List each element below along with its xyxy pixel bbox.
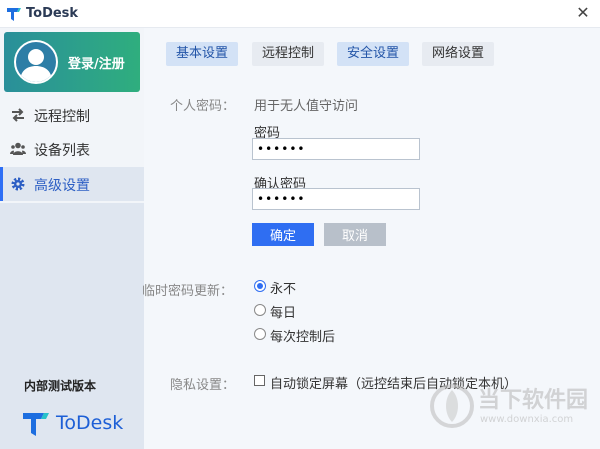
tab-network-settings[interactable]: 网络设置 (422, 42, 495, 66)
window-title: ToDesk (26, 6, 79, 21)
sidebar-item-label: 远程控制 (34, 109, 90, 125)
radio-label: 每次控制后 (270, 330, 336, 345)
checkbox-unchecked-icon (254, 375, 265, 386)
radio-label: 每日 (270, 306, 297, 321)
swap-arrows-icon (12, 108, 24, 122)
brand-logo: ToDesk (22, 409, 132, 439)
title-bar: ToDesk ✕ (0, 0, 600, 28)
confirm-password-input[interactable] (252, 188, 420, 210)
cancel-button[interactable]: 取消 (324, 223, 386, 246)
sidebar-item-advanced-settings[interactable]: 高级设置 (0, 167, 144, 201)
version-label: 内部测试版本 (24, 379, 97, 393)
watermark-url: www.downxia.com (480, 414, 574, 425)
watermark: 当下软件园 www.downxia.com (430, 380, 598, 436)
todesk-logo-icon (7, 8, 21, 21)
sidebar-item-label: 设备列表 (34, 143, 90, 159)
watermark-logo-icon (430, 384, 474, 428)
tab-basic-settings[interactable]: 基本设置 (166, 42, 239, 66)
user-avatar-icon (20, 49, 52, 82)
tab-remote-control[interactable]: 远程控制 (252, 42, 325, 66)
watermark-text: 当下软件园 (478, 388, 589, 413)
radio-unselected-icon (254, 328, 266, 340)
login-register-label: 登录/注册 (68, 57, 125, 72)
personal-password-desc: 用于无人值守访问 (254, 99, 359, 114)
login-register-button[interactable]: 登录/注册 (4, 32, 140, 92)
gear-icon (11, 177, 25, 191)
users-icon (10, 142, 26, 155)
personal-password-label: 个人密码： (170, 99, 236, 114)
sidebar-item-remote-control[interactable]: 远程控制 (0, 98, 144, 132)
radio-label: 永不 (270, 282, 297, 297)
avatar (14, 40, 58, 84)
close-icon: ✕ (576, 3, 590, 22)
sidebar-item-device-list[interactable]: 设备列表 (0, 132, 144, 166)
sidebar: 登录/注册 远程控制 设备列表 高级设置 内部测试版本 ToDesk (0, 28, 144, 449)
radio-selected-icon (254, 280, 266, 292)
temp-password-label: 临时密码更新： (142, 284, 234, 299)
todesk-logo-icon (23, 413, 49, 436)
password-input[interactable] (252, 138, 420, 160)
window-close-button[interactable]: ✕ (574, 4, 592, 22)
privacy-label: 隐私设置： (170, 378, 236, 393)
sidebar-item-label: 高级设置 (34, 178, 90, 194)
tab-security-settings[interactable]: 安全设置 (337, 42, 410, 66)
confirm-button[interactable]: 确定 (252, 223, 314, 246)
radio-unselected-icon (254, 304, 266, 316)
brand-name: ToDesk (56, 412, 124, 434)
